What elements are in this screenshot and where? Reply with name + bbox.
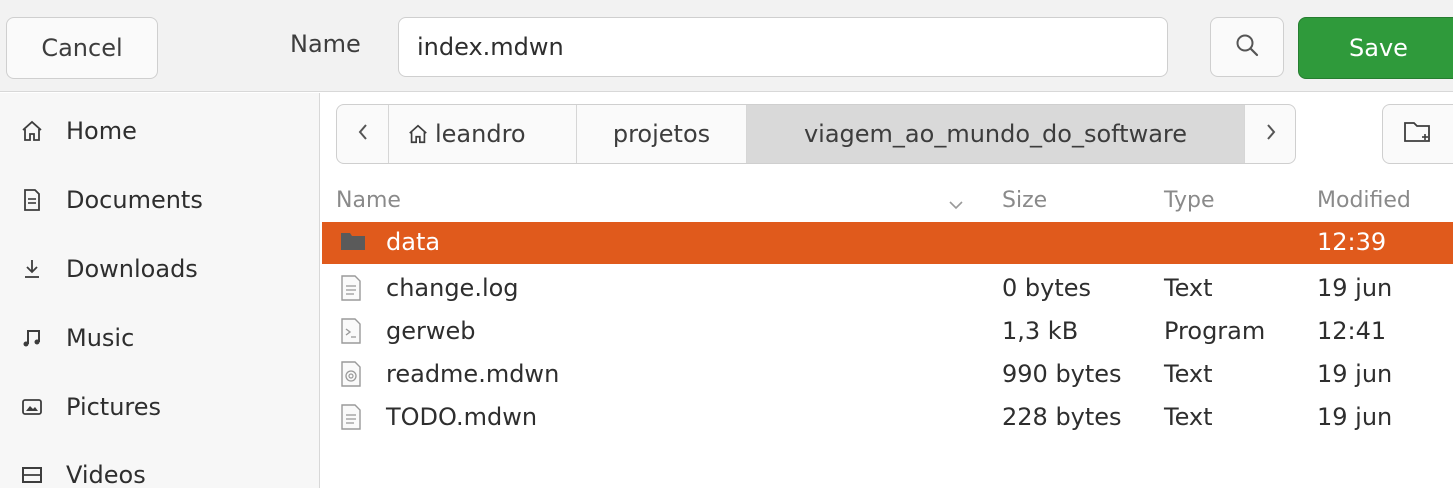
- file-name: data: [386, 228, 441, 256]
- sidebar-item-label: Downloads: [66, 255, 198, 283]
- path-segment-viagem[interactable]: viagem_ao_mundo_do_software: [747, 105, 1245, 163]
- name-label: Name: [290, 30, 361, 58]
- path-forward-button[interactable]: [1245, 105, 1295, 163]
- chevron-down-icon: [948, 192, 964, 217]
- file-modified: 19 jun: [1317, 274, 1393, 302]
- new-folder-button[interactable]: [1382, 104, 1453, 164]
- file-name: change.log: [386, 274, 519, 302]
- file-modified: 19 jun: [1317, 360, 1393, 388]
- file-list-header: Name Size Type Modified: [322, 178, 1453, 222]
- sidebar-item-videos[interactable]: Videos: [0, 445, 319, 488]
- file-modified: 12:41: [1317, 317, 1387, 345]
- sidebar-item-pictures[interactable]: Pictures: [0, 377, 319, 437]
- path-segment-label: viagem_ao_mundo_do_software: [803, 120, 1188, 148]
- file-name: TODO.mdwn: [386, 403, 538, 431]
- sidebar-item-label: Music: [66, 324, 135, 352]
- file-row-gerweb[interactable]: gerweb 1,3 kB Program 12:41: [322, 311, 1453, 353]
- search-button[interactable]: [1210, 17, 1284, 77]
- text-file-icon: [340, 404, 366, 432]
- path-segment-projetos[interactable]: projetos: [577, 105, 747, 163]
- header-bar: Cancel Name index.mdwn Save: [0, 0, 1453, 92]
- sidebar-item-label: Pictures: [66, 393, 162, 421]
- file-size: 990 bytes: [1002, 360, 1122, 388]
- path-segment-label: projetos: [612, 120, 711, 148]
- path-segment-leandro[interactable]: leandro: [389, 105, 577, 163]
- text-file-icon: [340, 275, 366, 303]
- sidebar-item-home[interactable]: Home: [0, 101, 319, 161]
- file-name: readme.mdwn: [386, 360, 560, 388]
- download-icon: [18, 255, 46, 283]
- file-modified: 12:39: [1317, 228, 1387, 256]
- executable-icon: [340, 318, 366, 346]
- save-button[interactable]: Save: [1298, 17, 1453, 79]
- home-icon: [18, 117, 46, 145]
- file-type: Text: [1164, 360, 1213, 388]
- column-header-type[interactable]: Type: [1164, 188, 1215, 213]
- file-type: Text: [1164, 403, 1213, 431]
- chevron-left-icon: [356, 120, 370, 148]
- column-header-modified[interactable]: Modified: [1317, 188, 1411, 213]
- sidebar-item-music[interactable]: Music: [0, 308, 319, 368]
- file-size: 0 bytes: [1002, 274, 1092, 302]
- file-modified: 19 jun: [1317, 403, 1393, 431]
- file-name: gerweb: [386, 317, 476, 345]
- file-row-data[interactable]: data 12:39: [322, 222, 1453, 264]
- filename-input[interactable]: index.mdwn: [398, 17, 1168, 77]
- home-icon: [407, 123, 429, 145]
- column-header-size[interactable]: Size: [1002, 188, 1047, 213]
- music-icon: [18, 324, 46, 352]
- folder-icon: [340, 229, 366, 257]
- file-type: Program: [1164, 317, 1266, 345]
- file-row-todo[interactable]: TODO.mdwn 228 bytes Text 19 jun: [322, 397, 1453, 439]
- sidebar-item-label: Videos: [66, 461, 146, 488]
- new-folder-icon: [1403, 119, 1433, 149]
- places-sidebar: Home Documents Downloads Music Pictures …: [0, 93, 320, 488]
- path-back-button[interactable]: [337, 105, 389, 163]
- path-segment-label: leandro: [435, 120, 526, 148]
- sidebar-item-label: Home: [66, 117, 137, 145]
- sidebar-item-label: Documents: [66, 186, 203, 214]
- column-header-name[interactable]: Name: [336, 188, 401, 213]
- cancel-button[interactable]: Cancel: [6, 17, 158, 79]
- search-icon: [1234, 32, 1260, 62]
- file-size: 1,3 kB: [1002, 317, 1079, 345]
- sidebar-item-documents[interactable]: Documents: [0, 170, 319, 230]
- sidebar-item-downloads[interactable]: Downloads: [0, 239, 319, 299]
- path-bar: leandro projetos viagem_ao_mundo_do_soft…: [336, 104, 1296, 164]
- file-size: 228 bytes: [1002, 403, 1122, 431]
- file-row-readme[interactable]: readme.mdwn 990 bytes Text 19 jun: [322, 354, 1453, 396]
- file-row-change-log[interactable]: change.log 0 bytes Text 19 jun: [322, 268, 1453, 310]
- chevron-right-icon: [1264, 120, 1278, 148]
- text-file-icon: [340, 361, 366, 389]
- picture-icon: [18, 393, 46, 421]
- video-icon: [18, 461, 46, 488]
- file-type: Text: [1164, 274, 1213, 302]
- document-icon: [18, 186, 46, 214]
